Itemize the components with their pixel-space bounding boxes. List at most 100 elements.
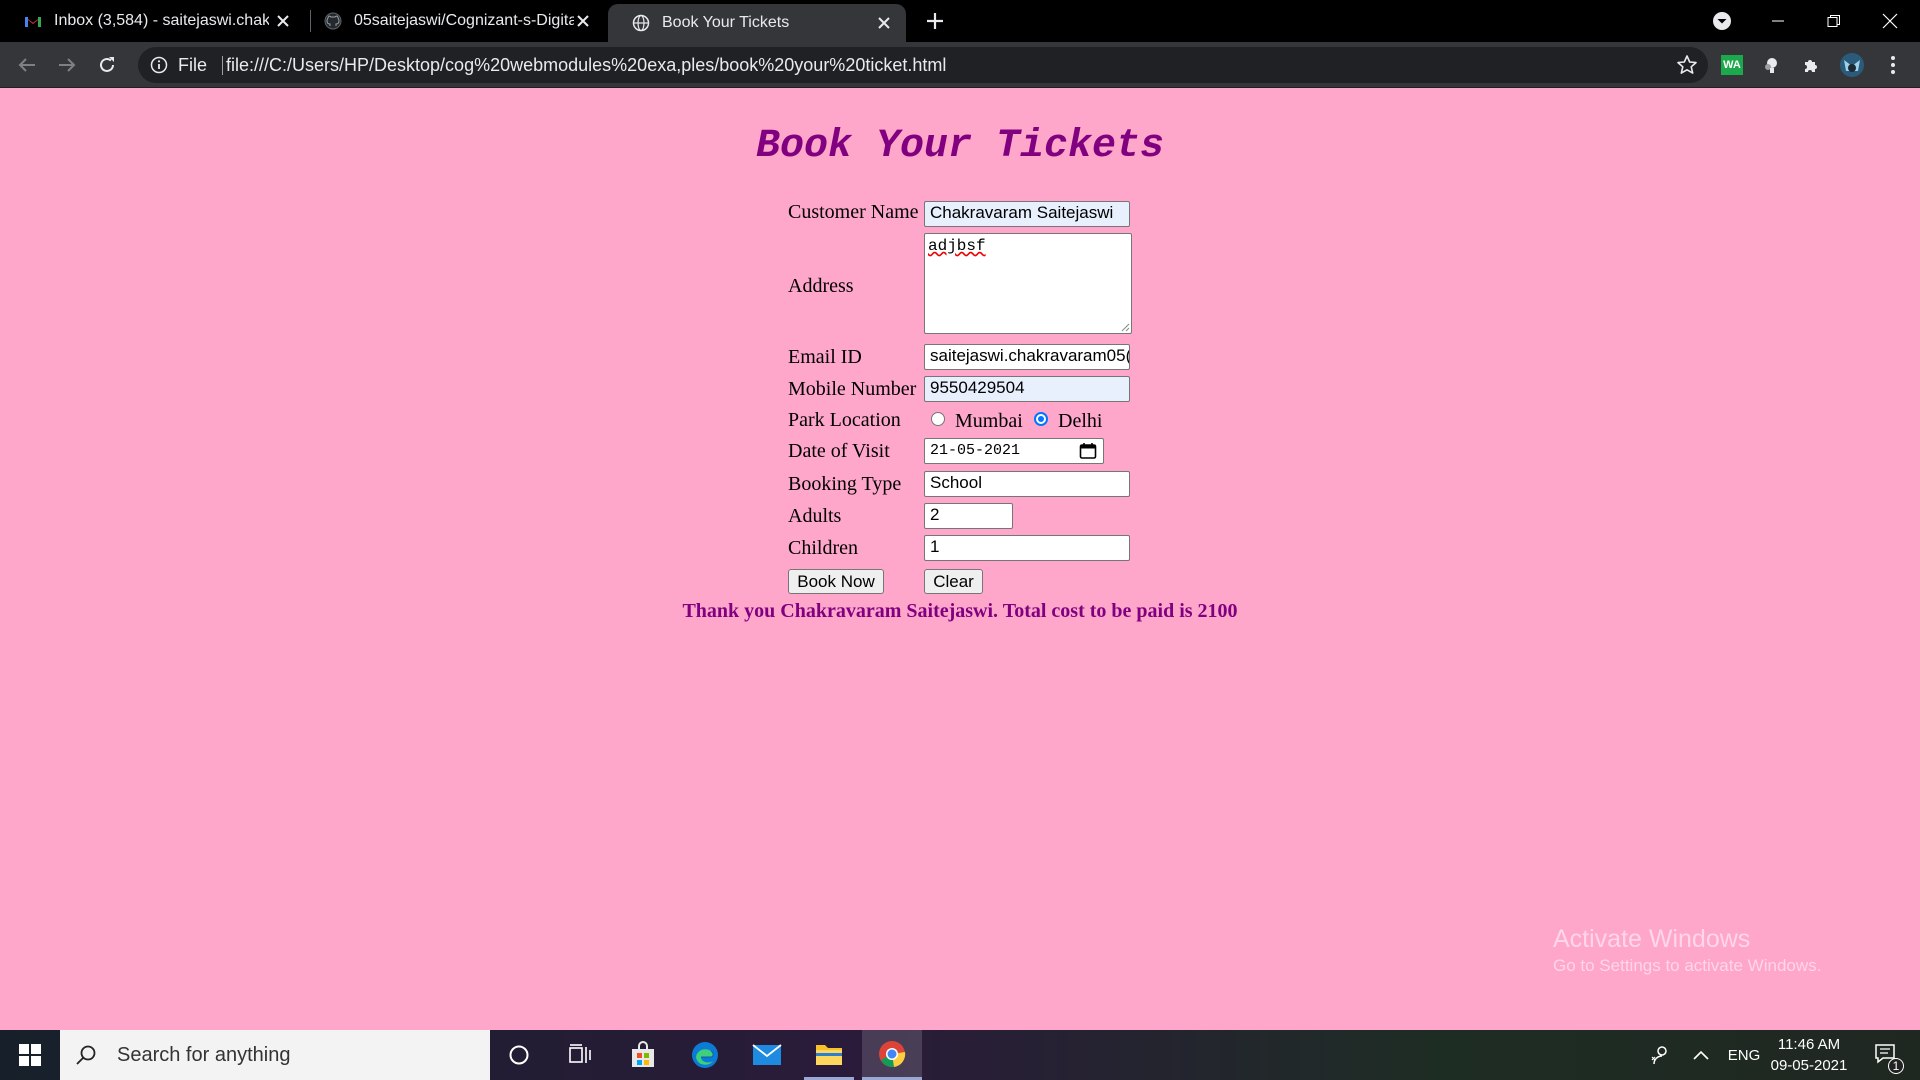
people-icon [1651, 1046, 1667, 1065]
close-icon [1882, 13, 1898, 29]
mail-icon [752, 1044, 782, 1065]
calendar-icon[interactable] [1079, 442, 1097, 460]
clock-time: 11:46 AM [1777, 1036, 1841, 1053]
radio-mumbai[interactable] [931, 412, 945, 426]
watermark-subtitle: Go to Settings to activate Windows. [1553, 956, 1822, 975]
plus-icon [927, 13, 943, 29]
task-view-button[interactable] [555, 1030, 605, 1080]
restore-button[interactable] [1806, 0, 1862, 42]
date-input[interactable]: 21-05-2021 [924, 438, 1104, 464]
address-separator [222, 56, 223, 75]
clock[interactable]: 11:46 AM 09-05-2021 [1766, 1030, 1852, 1080]
address-textarea[interactable]: adjbsf [924, 233, 1132, 334]
minimize-icon [1772, 20, 1784, 22]
resize-grip-icon[interactable] [1120, 322, 1130, 332]
browser-toolbar: File file:///C:/Users/HP/Desktop/cog%20w… [0, 42, 1920, 88]
back-button[interactable] [12, 50, 42, 80]
show-hidden-icons-button[interactable] [1688, 1030, 1714, 1080]
forward-button[interactable] [52, 50, 82, 80]
store-app-button[interactable] [618, 1030, 668, 1080]
search-placeholder: Search for anything [117, 1043, 291, 1066]
result-message: Thank you Chakravaram Saitejaswi. Total … [682, 600, 1238, 622]
booking-type-input[interactable]: School [924, 471, 1130, 497]
wa-extension-icon: WA [1721, 55, 1743, 75]
reload-icon [100, 57, 114, 72]
minimize-button[interactable] [1750, 0, 1806, 42]
action-center-button[interactable]: 1 [1866, 1030, 1906, 1080]
address-label: Address [788, 275, 854, 297]
email-input[interactable]: saitejaswi.chakravaram05( [924, 344, 1130, 370]
search-icon [76, 1045, 96, 1065]
folder-icon [816, 1044, 842, 1065]
tab-search-button[interactable] [1694, 0, 1750, 42]
chevron-down-icon [1713, 12, 1731, 30]
customer-name-input[interactable]: Chakravaram Saitejaswi [924, 201, 1130, 227]
mobile-input[interactable]: 9550429504 [924, 376, 1130, 402]
arrow-right-icon [59, 58, 76, 72]
restore-icon [1827, 15, 1840, 27]
address-bar[interactable]: File file:///C:/Users/HP/Desktop/cog%20w… [138, 47, 1708, 83]
globe-icon [632, 14, 650, 32]
radio-delhi[interactable] [1034, 412, 1048, 426]
profile-button[interactable] [1839, 52, 1865, 78]
children-input[interactable]: 1 [924, 535, 1130, 561]
address-text: adjbsf [928, 237, 986, 255]
info-icon[interactable] [150, 56, 168, 74]
close-tab-icon[interactable] [273, 11, 293, 31]
puzzle-icon [1805, 60, 1817, 72]
taskbar-search-box[interactable]: Search for anything [60, 1030, 490, 1080]
mail-app-button[interactable] [742, 1030, 792, 1080]
cortana-icon [509, 1045, 529, 1065]
whatsapp-extension-button[interactable]: WA [1719, 52, 1745, 78]
email-label: Email ID [788, 346, 862, 368]
tab-book-tickets[interactable]: Book Your Tickets [608, 4, 906, 42]
book-now-button[interactable]: Book Now [788, 569, 884, 594]
web-page: Book Your Tickets Customer Name Chakrava… [0, 89, 1920, 1030]
chrome-icon [879, 1040, 906, 1067]
watermark-title: Activate Windows [1553, 925, 1751, 953]
gmail-icon [24, 12, 42, 30]
radio-mumbai-label: Mumbai [955, 410, 1023, 432]
chevron-up-icon [1693, 1050, 1709, 1060]
clear-button[interactable]: Clear [924, 569, 983, 594]
url-text[interactable]: file:///C:/Users/HP/Desktop/cog%20webmod… [226, 55, 946, 76]
windows-logo-icon [19, 1044, 41, 1066]
task-view-icon [569, 1044, 591, 1063]
store-icon [632, 1041, 654, 1067]
adults-input[interactable]: 2 [924, 503, 1013, 529]
activate-windows-watermark: Activate Windows Go to Settings to activ… [1553, 925, 1821, 976]
mobile-label: Mobile Number [788, 378, 917, 400]
people-button[interactable] [1645, 1030, 1675, 1080]
children-label: Children [788, 537, 858, 559]
extension-button[interactable] [1759, 52, 1785, 78]
edge-app-button[interactable] [680, 1030, 730, 1080]
page-title: Book Your Tickets [755, 124, 1165, 169]
extensions-menu-button[interactable] [1799, 52, 1825, 78]
edge-icon [692, 1042, 718, 1068]
start-button[interactable] [0, 1030, 60, 1080]
booking-type-label: Booking Type [788, 473, 902, 495]
tab-gmail[interactable]: Inbox (3,584) - saitejaswi.chakravaram05… [0, 0, 305, 42]
clock-date: 09-05-2021 [1770, 1057, 1848, 1074]
cortana-button[interactable] [494, 1030, 544, 1080]
close-tab-icon[interactable] [874, 13, 894, 33]
date-value: 21-05-2021 [930, 442, 1021, 459]
chrome-app-button[interactable] [862, 1030, 922, 1080]
park-location-label: Park Location [788, 409, 901, 431]
reload-button[interactable] [92, 50, 122, 80]
file-explorer-button[interactable] [804, 1030, 854, 1080]
browser-menu-button[interactable] [1880, 52, 1906, 78]
close-tab-icon[interactable] [573, 11, 593, 31]
file-scheme-label: File [178, 55, 208, 75]
bookmark-star-icon[interactable] [1676, 54, 1698, 76]
tab-github[interactable]: 05saitejaswi/Cognizant-s-Digital-Nurture [300, 0, 605, 42]
close-window-button[interactable] [1862, 0, 1918, 42]
tab-strip: Inbox (3,584) - saitejaswi.chakravaram05… [0, 0, 1920, 42]
tab-title: Inbox (3,584) - saitejaswi.chakravaram05… [54, 12, 269, 29]
new-tab-button[interactable] [922, 8, 948, 34]
arrow-left-icon [18, 58, 35, 72]
customer-name-label: Customer Name [788, 201, 919, 223]
tab-title: Book Your Tickets [662, 14, 790, 31]
language-indicator[interactable]: ENG [1724, 1030, 1764, 1080]
adults-label: Adults [788, 505, 842, 527]
